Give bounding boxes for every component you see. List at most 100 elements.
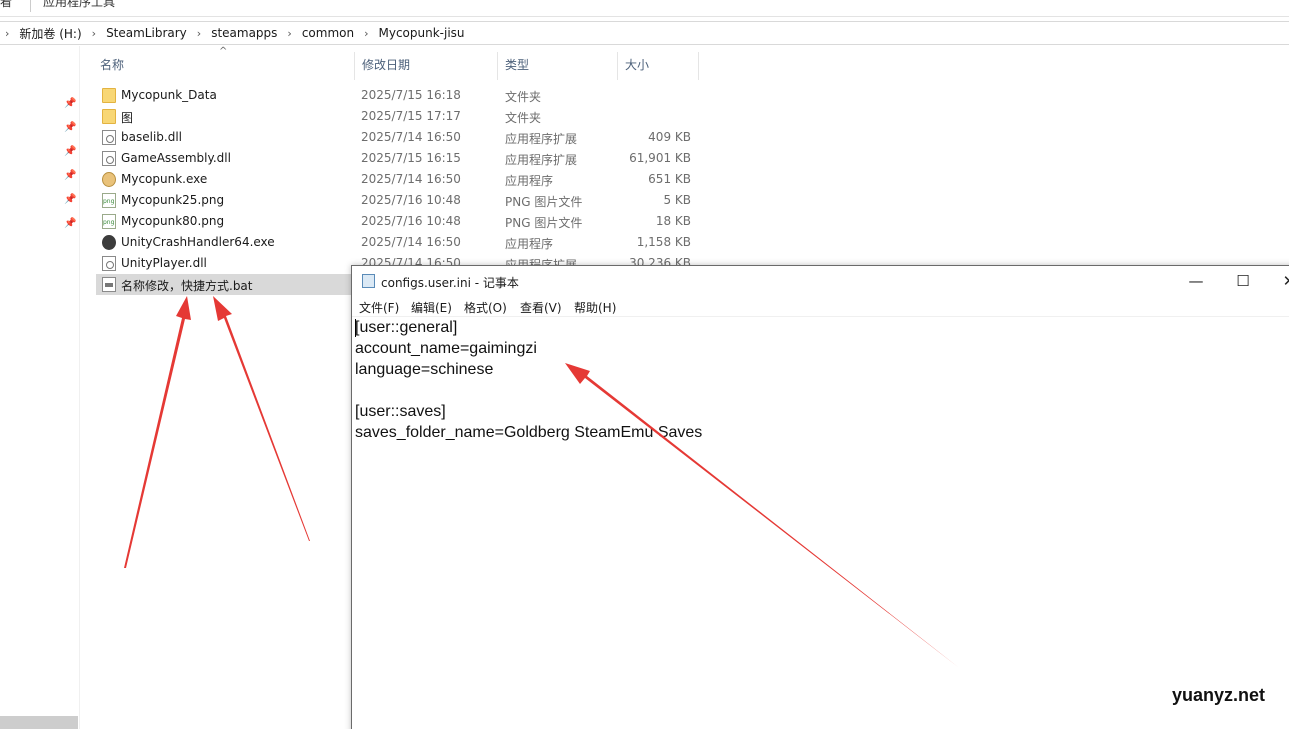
menu-help[interactable]: 帮助(H) bbox=[574, 299, 616, 316]
text-line: [user::general] bbox=[355, 319, 458, 336]
file-name: Mycopunk80.png bbox=[121, 214, 225, 228]
file-type: 文件夹 bbox=[505, 111, 542, 125]
folder-icon bbox=[102, 88, 116, 103]
menu-view[interactable]: 查看(V) bbox=[520, 299, 562, 316]
folder-icon bbox=[102, 109, 116, 124]
ribbon-bar: 看 应用程序工具 bbox=[0, 0, 1289, 17]
file-row[interactable]: UnityCrashHandler64.exe 2025/7/14 16:50 … bbox=[96, 232, 706, 253]
pin-icon[interactable]: 📌 bbox=[64, 122, 76, 134]
file-date: 2025/7/15 16:15 bbox=[361, 151, 461, 165]
close-button[interactable]: ✕ bbox=[1274, 270, 1289, 292]
file-type: 应用程序扩展 bbox=[505, 132, 578, 146]
png-file-icon bbox=[102, 214, 116, 229]
breadcrumb-mycopunk-jisu[interactable]: Mycopunk-jisu bbox=[379, 26, 465, 40]
file-row[interactable]: Mycopunk.exe 2025/7/14 16:50 应用程序 651 KB bbox=[96, 169, 706, 190]
file-type: 应用程序扩展 bbox=[505, 153, 578, 167]
file-row[interactable]: Mycopunk80.png 2025/7/16 10:48 PNG 图片文件 … bbox=[96, 211, 706, 232]
maximize-button[interactable]: ☐ bbox=[1228, 270, 1258, 292]
menu-format[interactable]: 格式(O) bbox=[464, 299, 507, 316]
text-line: saves_folder_name=Goldberg SteamEmu Save… bbox=[355, 424, 703, 441]
minimize-button[interactable]: — bbox=[1181, 270, 1211, 292]
ribbon-divider bbox=[30, 0, 31, 12]
file-row[interactable]: GameAssembly.dll 2025/7/15 16:15 应用程序扩展 … bbox=[96, 148, 706, 169]
breadcrumb-steamlibrary[interactable]: SteamLibrary bbox=[106, 26, 187, 40]
file-name: 图 bbox=[121, 111, 134, 125]
text-line: language=schinese bbox=[355, 361, 494, 378]
arrow-annotation-left bbox=[124, 296, 191, 568]
text-line: [user::saves] bbox=[355, 403, 446, 420]
file-name: Mycopunk25.png bbox=[121, 193, 225, 207]
file-date: 2025/7/14 16:50 bbox=[361, 130, 461, 144]
breadcrumb-common[interactable]: common bbox=[302, 26, 354, 40]
file-name: 名称修改，快捷方式.bat bbox=[121, 279, 253, 293]
dll-file-icon bbox=[102, 256, 116, 271]
pin-icon[interactable]: 📌 bbox=[64, 98, 76, 110]
pin-icon[interactable]: 📌 bbox=[64, 218, 76, 230]
file-name: GameAssembly.dll bbox=[121, 151, 231, 165]
chevron-right-icon[interactable]: › bbox=[287, 27, 291, 40]
ribbon-tab-view[interactable]: 看 bbox=[0, 0, 12, 8]
file-name: Mycopunk_Data bbox=[121, 88, 217, 102]
breadcrumb-steamapps[interactable]: steamapps bbox=[211, 26, 277, 40]
breadcrumb-drive[interactable]: 新加卷 (H:) bbox=[19, 25, 81, 42]
chevron-right-icon[interactable]: › bbox=[5, 27, 9, 40]
file-size: 18 KB bbox=[655, 214, 691, 228]
file-row-selected[interactable]: 名称修改，快捷方式.bat bbox=[96, 274, 352, 295]
file-name: UnityPlayer.dll bbox=[121, 256, 207, 270]
file-type: 应用程序 bbox=[505, 174, 554, 188]
file-size: 409 KB bbox=[648, 130, 691, 144]
file-name: UnityCrashHandler64.exe bbox=[121, 235, 275, 249]
chevron-right-icon[interactable]: › bbox=[364, 27, 368, 40]
text-line bbox=[355, 380, 702, 401]
file-row[interactable]: 图 2025/7/15 17:17 文件夹 bbox=[96, 106, 706, 127]
file-type: 应用程序 bbox=[505, 237, 554, 251]
dll-file-icon bbox=[102, 130, 116, 145]
file-date: 2025/7/16 10:48 bbox=[361, 214, 461, 228]
pin-icon[interactable]: 📌 bbox=[64, 194, 76, 206]
notepad-text-area[interactable]: [user::general] account_name=gaimingzi l… bbox=[355, 317, 702, 443]
file-type: PNG 图片文件 bbox=[505, 216, 583, 230]
file-date: 2025/7/14 16:50 bbox=[361, 235, 461, 249]
bat-file-icon bbox=[102, 277, 116, 292]
column-header-date[interactable]: 修改日期 bbox=[354, 52, 410, 80]
dll-file-icon bbox=[102, 151, 116, 166]
file-date: 2025/7/15 17:17 bbox=[361, 109, 461, 123]
notepad-title-bar[interactable]: configs.user.ini - 记事本 — ☐ ✕ bbox=[352, 266, 1289, 296]
notepad-app-icon[interactable] bbox=[362, 274, 375, 288]
column-header-name[interactable]: 名称 bbox=[92, 52, 124, 80]
navigation-pane: 📌 📌 📌 📌 📌 📌 bbox=[0, 46, 80, 729]
ribbon-tab-app-tools[interactable]: 应用程序工具 bbox=[43, 0, 115, 8]
file-size: 5 KB bbox=[663, 193, 691, 207]
unity-file-icon bbox=[102, 235, 116, 250]
arrow-annotation-center bbox=[213, 296, 310, 541]
address-bar[interactable]: › 新加卷 (H:) › SteamLibrary › steamapps › … bbox=[0, 21, 1289, 45]
nav-scrollbar[interactable] bbox=[0, 716, 78, 729]
chevron-right-icon[interactable]: › bbox=[92, 27, 96, 40]
menu-edit[interactable]: 编辑(E) bbox=[411, 299, 452, 316]
file-type: 文件夹 bbox=[505, 90, 542, 104]
column-header-size[interactable]: 大小 bbox=[617, 52, 649, 80]
file-date: 2025/7/16 10:48 bbox=[361, 193, 461, 207]
pin-icon[interactable]: 📌 bbox=[64, 146, 76, 158]
notepad-title: configs.user.ini - 记事本 bbox=[381, 276, 519, 290]
notepad-menu-bar: 文件(F) 编辑(E) 格式(O) 查看(V) 帮助(H) bbox=[352, 296, 1289, 317]
file-row[interactable]: baselib.dll 2025/7/14 16:50 应用程序扩展 409 K… bbox=[96, 127, 706, 148]
notepad-window[interactable]: configs.user.ini - 记事本 — ☐ ✕ 文件(F) 编辑(E)… bbox=[351, 265, 1289, 729]
menu-file[interactable]: 文件(F) bbox=[359, 299, 399, 316]
file-row[interactable]: Mycopunk_Data 2025/7/15 16:18 文件夹 bbox=[96, 85, 706, 106]
text-caret bbox=[355, 319, 356, 337]
chevron-right-icon[interactable]: › bbox=[197, 27, 201, 40]
text-line: account_name=gaimingzi bbox=[355, 340, 537, 357]
exe-file-icon bbox=[102, 172, 116, 187]
png-file-icon bbox=[102, 193, 116, 208]
file-size: 1,158 KB bbox=[636, 235, 691, 249]
pin-icon[interactable]: 📌 bbox=[64, 170, 76, 182]
file-name: Mycopunk.exe bbox=[121, 172, 208, 186]
file-date: 2025/7/15 16:18 bbox=[361, 88, 461, 102]
file-size: 651 KB bbox=[648, 172, 691, 186]
file-name: baselib.dll bbox=[121, 130, 182, 144]
column-header-type[interactable]: 类型 bbox=[497, 52, 529, 80]
file-row[interactable]: Mycopunk25.png 2025/7/16 10:48 PNG 图片文件 … bbox=[96, 190, 706, 211]
column-divider[interactable] bbox=[698, 52, 699, 80]
column-headers: 名称 修改日期 类型 大小 bbox=[92, 52, 702, 80]
